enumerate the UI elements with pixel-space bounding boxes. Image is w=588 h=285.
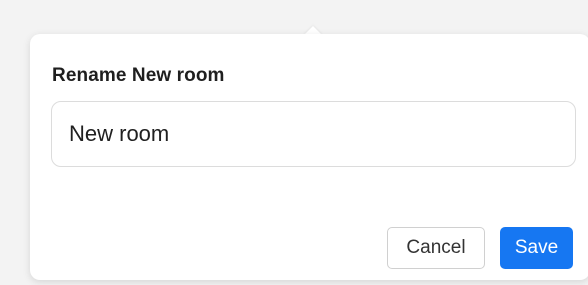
dialog-title: Rename New room bbox=[52, 65, 225, 86]
rename-popover: Rename New room Cancel Save bbox=[30, 34, 588, 280]
cancel-button[interactable]: Cancel bbox=[387, 227, 485, 269]
room-name-input[interactable] bbox=[51, 101, 576, 167]
save-button[interactable]: Save bbox=[500, 227, 573, 269]
